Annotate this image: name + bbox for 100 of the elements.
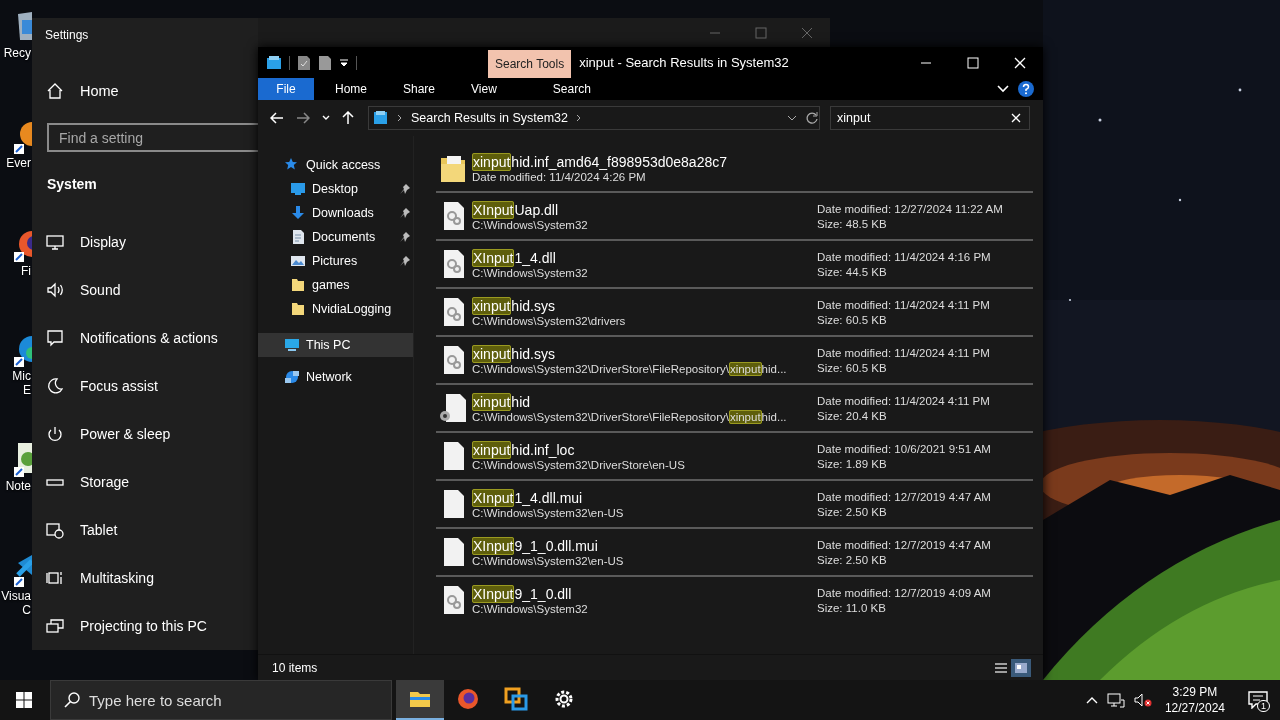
date-modified: Date modified: 11/4/2024 4:11 PM <box>817 394 991 407</box>
file-name[interactable]: XInput1_4.dll <box>472 249 817 266</box>
navigation-item[interactable]: Quick access <box>258 153 413 177</box>
settings-menu-item[interactable]: Notifications & actions <box>32 314 258 362</box>
settings-menu-item[interactable]: Tablet <box>32 506 258 554</box>
section-heading: System <box>47 176 97 193</box>
ribbon-tab[interactable]: Search <box>531 78 612 100</box>
folder-icon <box>290 277 306 293</box>
home-link[interactable]: Home <box>32 67 258 114</box>
navigation-item[interactable]: NvidiaLogging <box>258 297 413 321</box>
navigation-item[interactable]: Desktop <box>258 177 413 201</box>
settings-menu-item[interactable]: Display <box>32 218 258 266</box>
settings-menu-item[interactable]: Focus assist <box>32 362 258 410</box>
settings-menu-item[interactable]: Multitasking <box>32 554 258 602</box>
desktop-icon-label: Fi <box>21 264 32 278</box>
help-icon[interactable] <box>1018 81 1034 97</box>
folder-icon <box>266 54 282 71</box>
settings-menu-item[interactable]: Storage <box>32 458 258 506</box>
file-name[interactable]: XInput9_1_0.dll <box>472 585 817 602</box>
navigation-item[interactable]: Downloads <box>258 201 413 225</box>
file-path: C:\Windows\System32\DriverStore\en-US <box>472 458 686 471</box>
date-modified: Date modified: 12/7/2019 4:47 AM <box>817 490 992 503</box>
date-modified: Date modified: 12/27/2024 11:22 AM <box>817 202 1004 215</box>
navigation-item[interactable]: Pictures <box>258 249 413 273</box>
ribbon-tab[interactable]: Home <box>320 78 382 100</box>
tiles-view-icon <box>1014 661 1028 674</box>
power-icon <box>46 425 64 443</box>
search-field[interactable]: Find a setting <box>47 122 258 153</box>
file-name[interactable]: xinputhid.inf_amd64_f898953d0e8a28c7 <box>472 153 817 170</box>
windows-icon <box>46 569 64 587</box>
settings-file-icon <box>439 392 469 424</box>
taskbar-search-field[interactable]: Type here to search <box>50 680 392 720</box>
refresh-icon[interactable] <box>805 111 819 125</box>
file-name[interactable]: XInput1_4.dll.mui <box>472 489 817 506</box>
navigation-item[interactable]: Network <box>258 365 413 389</box>
file-name[interactable]: xinputhid.sys <box>472 345 817 362</box>
muted-speaker-icon[interactable] <box>1133 692 1152 708</box>
file-size: Size: 48.5 KB <box>817 217 888 230</box>
properties-icon[interactable] <box>297 54 311 71</box>
file-path: C:\Windows\System32 <box>472 602 589 615</box>
settings-menu-item[interactable]: Power & sleep <box>32 410 258 458</box>
ribbon-tab[interactable]: View <box>456 78 512 100</box>
window-title: xinput - Search Results in System32 <box>579 55 790 70</box>
clear-icon[interactable] <box>1011 113 1021 123</box>
settings-menu-item[interactable]: Sound <box>32 266 258 314</box>
chevron-down-icon[interactable] <box>787 115 797 121</box>
file-size: Size: 44.5 KB <box>817 265 888 278</box>
desktop-icon-label: C <box>22 603 32 617</box>
search-field[interactable]: xinput <box>830 106 1030 130</box>
file-menu-button[interactable]: File <box>258 78 314 100</box>
clock[interactable]: 3:29 PM 12/27/2024 <box>1164 684 1225 716</box>
desktop-icon-label: Note <box>5 479 32 493</box>
folder-icon <box>290 301 306 317</box>
tablet-icon <box>46 521 64 539</box>
tiles-view-button[interactable] <box>1011 658 1031 677</box>
search-results-icon <box>373 110 389 126</box>
file-name[interactable]: xinputhid <box>472 393 817 410</box>
date-modified: Date modified: 11/4/2024 4:16 PM <box>817 250 992 263</box>
file-path: C:\Windows\System32 <box>472 266 589 279</box>
back-arrow-icon[interactable] <box>270 112 284 124</box>
file-path: C:\Windows\System32\en-US <box>472 506 625 519</box>
date-modified: Date modified: 12/7/2019 4:47 AM <box>817 538 992 551</box>
chevron-right-icon <box>397 114 403 122</box>
close-icon <box>801 27 813 39</box>
file-path: C:\Windows\System32\DriverStore\FileRepository\xinputhid... <box>472 362 788 375</box>
date-modified: Date modified: 12/7/2019 4:09 AM <box>817 586 992 599</box>
up-arrow-icon[interactable] <box>342 111 354 125</box>
context-tab-label: Search Tools <box>488 50 572 78</box>
file-path: C:\Windows\System32 <box>472 218 589 231</box>
file-name[interactable]: xinputhid.inf_loc <box>472 441 817 458</box>
maximize-icon <box>966 56 979 69</box>
taskbar-app-button[interactable] <box>396 680 444 720</box>
forward-arrow-icon[interactable] <box>296 112 310 124</box>
file-size: Size: 2.50 KB <box>817 505 888 518</box>
windows-logo-icon <box>16 692 32 708</box>
file-size: Size: 11.0 KB <box>817 601 887 614</box>
computer-icon <box>284 337 300 353</box>
navigation-item[interactable]: Documents <box>258 225 413 249</box>
item-count: 10 items <box>272 660 318 675</box>
network-icon[interactable] <box>1106 692 1125 708</box>
notifications-button[interactable]: 1 <box>1240 680 1276 720</box>
file-name[interactable]: xinputhid.sys <box>472 297 817 314</box>
settings-menu-item[interactable]: Projecting to this PC <box>32 602 258 650</box>
file-size: Size: 60.5 KB <box>817 361 888 374</box>
navigation-item[interactable]: games <box>258 273 413 297</box>
dropdown-icon[interactable] <box>339 57 349 68</box>
address-bar[interactable]: Search Results in System32 <box>368 106 820 130</box>
file-name[interactable]: XInput9_1_0.dll.mui <box>472 537 817 554</box>
file-size: Size: 2.50 KB <box>817 553 888 566</box>
chevron-right-icon <box>576 114 582 122</box>
monitor-icon <box>290 181 306 197</box>
navigation-item[interactable]: This PC <box>258 333 413 357</box>
details-view-icon <box>994 661 1008 674</box>
message-icon <box>1248 691 1268 709</box>
window-title: Settings <box>45 27 89 42</box>
ribbon-tab[interactable]: Share <box>388 78 451 100</box>
date-modified: Date modified: 11/4/2024 4:11 PM <box>817 298 991 311</box>
file-name[interactable]: XInputUap.dll <box>472 201 817 218</box>
chevron-up-icon[interactable] <box>1085 696 1098 704</box>
maximize-icon <box>755 27 767 39</box>
